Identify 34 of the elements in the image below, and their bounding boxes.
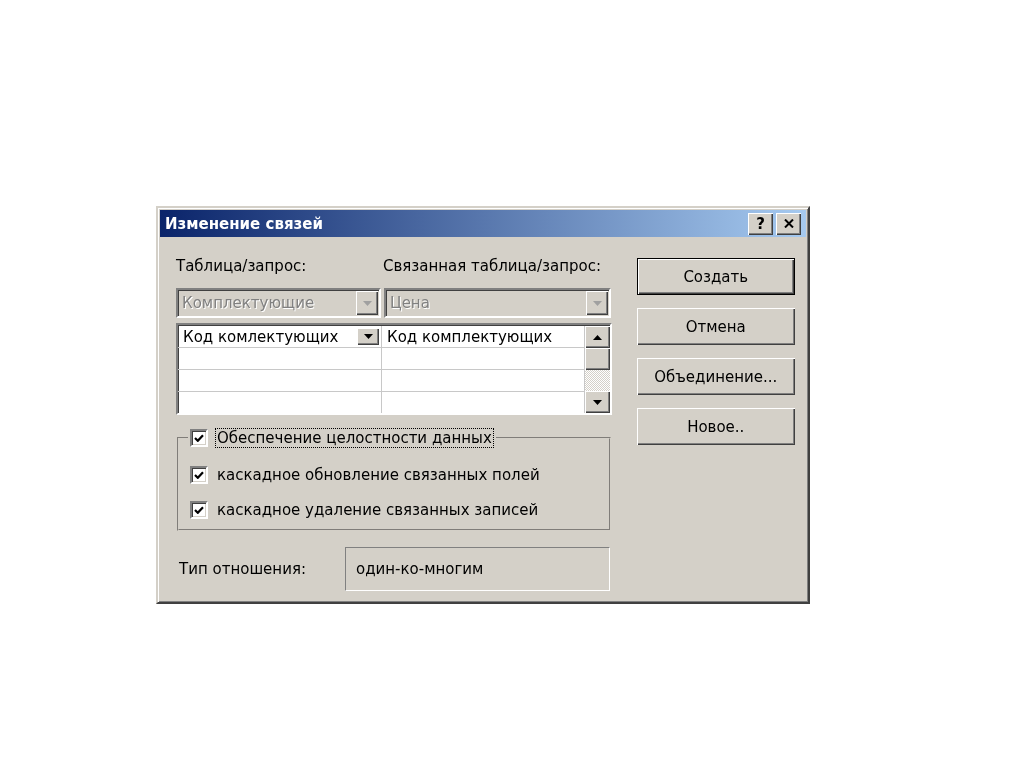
checkmark-icon <box>194 434 204 442</box>
checkbox[interactable] <box>190 501 208 519</box>
close-button[interactable] <box>776 212 801 235</box>
dialog-button[interactable]: Объединение... <box>636 358 795 395</box>
dropdown-button[interactable] <box>357 328 379 345</box>
dialog-button[interactable]: Новое.. <box>636 408 795 445</box>
down-arrow-icon <box>592 399 602 405</box>
relationship-type-field: один-ко-многим <box>345 547 610 591</box>
scroll-up-button[interactable] <box>584 326 610 348</box>
checkbox[interactable] <box>190 429 208 447</box>
down-arrow-icon <box>362 300 372 306</box>
checkmark-icon <box>194 506 204 514</box>
scrollbar-thumb[interactable] <box>584 348 610 370</box>
grid-cell[interactable]: Код комплектующих <box>382 326 585 347</box>
down-arrow-icon <box>592 300 602 306</box>
up-arrow-icon <box>592 334 602 340</box>
checkbox-label[interactable]: Обеспечение целостности данных <box>215 428 494 448</box>
close-icon <box>783 219 794 228</box>
grid-cell[interactable]: Код комлектующих <box>178 326 382 347</box>
scrollbar-track[interactable] <box>584 370 610 391</box>
checkbox[interactable] <box>190 466 208 484</box>
dialog-button[interactable]: Создать <box>636 258 795 295</box>
related-table-label: Связанная таблица/запрос: <box>383 257 602 275</box>
dialog-button[interactable]: Отмена <box>636 308 795 345</box>
relationship-type-label: Тип отношения: <box>178 560 307 578</box>
checkmark-icon <box>194 471 204 479</box>
checkbox-label[interactable]: каскадное обновление связанных полей <box>215 465 542 485</box>
scroll-down-button[interactable] <box>584 391 610 413</box>
vertical-scrollbar[interactable] <box>584 325 610 413</box>
down-arrow-icon <box>363 334 373 339</box>
window-title: Изменение связей <box>165 214 323 233</box>
help-button[interactable]: ? <box>748 212 773 235</box>
checkbox-label[interactable]: каскадное удаление связанных записей <box>215 500 541 520</box>
table-label: Таблица/запрос: <box>176 257 308 275</box>
